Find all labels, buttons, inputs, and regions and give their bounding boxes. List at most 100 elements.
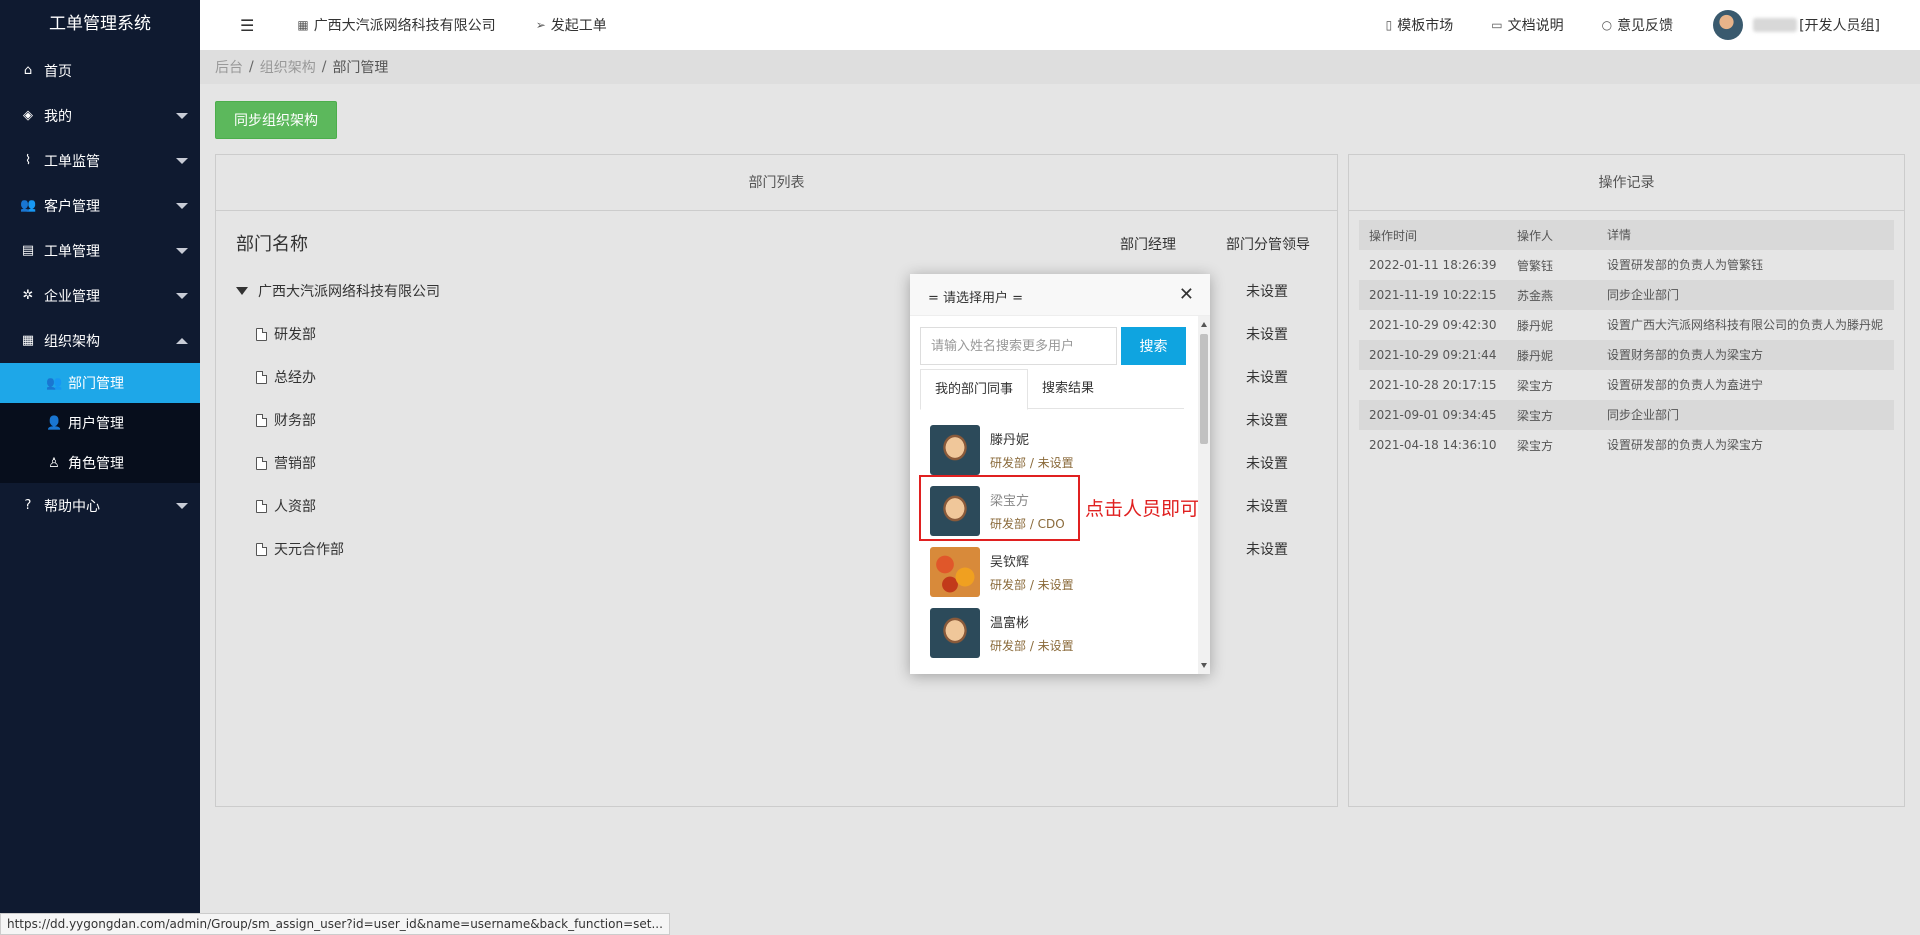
- user-name-blurred: [1753, 18, 1798, 32]
- log-time: 2021-04-18 14:36:10: [1369, 438, 1497, 452]
- breadcrumb-separator: /: [321, 59, 327, 75]
- user-dept: 研发部 / 未设置: [990, 638, 1074, 653]
- chevron-down-icon: [176, 203, 188, 209]
- new-order-label: 发起工单: [550, 18, 607, 34]
- sidebar-item-home[interactable]: ⌂ 首页: [0, 48, 200, 93]
- template-market-link[interactable]: ▯ 模板市场: [1386, 15, 1454, 35]
- dept-leader[interactable]: 未设置: [1246, 539, 1288, 559]
- file-icon: [256, 370, 267, 384]
- sidebar-item-user-management[interactable]: 👤 用户管理: [0, 403, 200, 443]
- bookmark-icon: ▯: [1385, 18, 1393, 32]
- log-time: 2021-10-29 09:21:44: [1369, 348, 1497, 362]
- breadcrumb-separator: /: [249, 59, 254, 75]
- search-button[interactable]: 搜索: [1121, 327, 1186, 365]
- user-tabs: 我的部门同事 搜索结果: [920, 369, 1184, 410]
- log-time: 2021-10-29 09:42:30: [1369, 318, 1497, 332]
- sidebar-item-label: 企业管理: [44, 288, 100, 305]
- users-icon: 👥: [46, 375, 63, 391]
- dept-leader[interactable]: 未设置: [1246, 367, 1288, 387]
- user-list: 滕丹妮 研发部 / 未设置 梁宝方 研发部 / CDO 吴钦辉 研发部 / 未设…: [920, 419, 1192, 667]
- user-search-input[interactable]: [920, 327, 1117, 365]
- file-icon: [256, 499, 267, 513]
- dept-name: 研发部: [256, 324, 316, 344]
- new-order-link[interactable]: ➢ 发起工单: [536, 15, 607, 35]
- log-detail: 设置研发部的负责人为管繁钰: [1607, 258, 1764, 272]
- sidebar-item-role-management[interactable]: ♙ 角色管理: [0, 443, 200, 483]
- chevron-down-icon: [176, 113, 188, 119]
- sidebar-item-orders[interactable]: ▤ 工单管理: [0, 228, 200, 273]
- scroll-down-icon[interactable]: [1201, 663, 1207, 668]
- table-row: 2022-01-11 18:26:39 管繁钰 设置研发部的负责人为管繁钰: [1359, 250, 1894, 280]
- app-title: 工单管理系统: [49, 14, 151, 34]
- log-operator: 梁宝方: [1517, 378, 1554, 393]
- sidebar-item-customers[interactable]: 👥 客户管理: [0, 183, 200, 228]
- sync-org-button[interactable]: 同步组织架构: [215, 101, 337, 139]
- scroll-thumb[interactable]: [1200, 334, 1208, 444]
- dept-name: 财务部: [256, 410, 316, 430]
- feedback-link[interactable]: ○ 意见反馈: [1602, 15, 1673, 35]
- file-icon: [256, 456, 267, 470]
- dept-leader[interactable]: 未设置: [1246, 453, 1288, 473]
- sidebar-item-dept-management[interactable]: 👥 部门管理: [0, 363, 200, 403]
- log-time: 2021-10-28 20:17:15: [1369, 378, 1497, 392]
- user-info: 吴钦辉 研发部 / 未设置: [990, 551, 1074, 593]
- company-switch[interactable]: ▦ 广西大汽派网络科技有限公司: [297, 15, 495, 35]
- dept-leader[interactable]: 未设置: [1246, 281, 1288, 301]
- sidebar-item-label: 用户管理: [68, 416, 124, 432]
- log-operator: 滕丹妮: [1517, 318, 1554, 333]
- sidebar-item-monitor[interactable]: ⌇ 工单监管: [0, 138, 200, 183]
- log-operator: 苏金燕: [1517, 288, 1554, 303]
- sidebar-item-enterprise[interactable]: ✲ 企业管理: [0, 273, 200, 318]
- tab-search-results[interactable]: 搜索结果: [1028, 369, 1108, 409]
- breadcrumb: 后台 / 组织架构 / 部门管理: [200, 50, 1920, 84]
- sidebar-item-label: 组织架构: [44, 333, 100, 350]
- list-item[interactable]: 吴钦辉 研发部 / 未设置: [920, 541, 1192, 602]
- table-row: 2021-04-18 14:36:10 梁宝方 设置研发部的负责人为梁宝方: [1359, 430, 1894, 460]
- avatar: [1713, 10, 1744, 40]
- sidebar-item-mine[interactable]: ◈ 我的: [0, 93, 200, 138]
- menu-toggle-button[interactable]: ☰: [240, 16, 254, 35]
- dept-leader[interactable]: 未设置: [1246, 324, 1288, 344]
- sidebar-submenu: 👥 部门管理 👤 用户管理 ♙ 角色管理: [0, 363, 200, 483]
- breadcrumb-item[interactable]: 组织架构: [260, 57, 316, 77]
- user-name: 梁宝方: [990, 493, 1030, 509]
- user-name: 吴钦辉: [990, 554, 1030, 570]
- operation-log-panel: 操作记录 操作时间 操作人 详情 2022-01-11 18:26:39 管繁钰…: [1348, 154, 1905, 807]
- docs-link[interactable]: ▭ 文档说明: [1491, 15, 1563, 35]
- sidebar-item-help[interactable]: ? 帮助中心: [0, 483, 200, 528]
- clipboard-icon: ▤: [21, 243, 35, 258]
- col-dept-name: 部门名称: [236, 234, 308, 255]
- user-icon: 👤: [46, 415, 63, 431]
- close-icon[interactable]: ✕: [1179, 284, 1194, 305]
- scroll-up-icon[interactable]: [1201, 322, 1207, 327]
- user-dept: 研发部 / 未设置: [990, 577, 1074, 592]
- list-item[interactable]: 滕丹妮 研发部 / 未设置: [920, 419, 1192, 480]
- sidebar-item-label: 角色管理: [68, 456, 124, 472]
- breadcrumb-current: 部门管理: [332, 60, 389, 76]
- log-time: 2021-11-19 10:22:15: [1369, 288, 1497, 302]
- dialog-scrollbar[interactable]: [1198, 316, 1210, 674]
- list-item[interactable]: 温富彬 研发部 / 未设置: [920, 602, 1192, 663]
- log-operator: 管繁钰: [1517, 258, 1554, 273]
- dept-name: 营销部: [256, 453, 316, 473]
- col-operator: 操作人: [1517, 228, 1554, 243]
- dept-leader[interactable]: 未设置: [1246, 496, 1288, 516]
- dept-name-text: 天元合作部: [274, 542, 344, 558]
- file-icon: [256, 327, 267, 341]
- grid-icon: ▦: [297, 18, 309, 32]
- dept-name: 天元合作部: [256, 539, 344, 559]
- sidebar-item-org[interactable]: ▦ 组织架构: [0, 318, 200, 363]
- user-menu[interactable]: [开发人员组]: [1713, 10, 1880, 40]
- avatar: [930, 607, 980, 658]
- list-item[interactable]: [920, 663, 1192, 667]
- tab-my-colleagues[interactable]: 我的部门同事: [920, 369, 1029, 410]
- dept-leader[interactable]: 未设置: [1246, 410, 1288, 430]
- dialog-title: = 请选择用户 =: [928, 291, 1024, 306]
- breadcrumb-item[interactable]: 后台: [215, 57, 243, 77]
- status-url-bar: https://dd.yygongdan.com/admin/Group/sm_…: [0, 913, 670, 935]
- chevron-down-icon: [176, 293, 188, 299]
- dept-name-text: 营销部: [274, 456, 316, 472]
- log-time: 2021-09-01 09:34:45: [1369, 408, 1497, 422]
- caret-down-icon[interactable]: [236, 287, 248, 295]
- book-icon: ▭: [1491, 18, 1503, 32]
